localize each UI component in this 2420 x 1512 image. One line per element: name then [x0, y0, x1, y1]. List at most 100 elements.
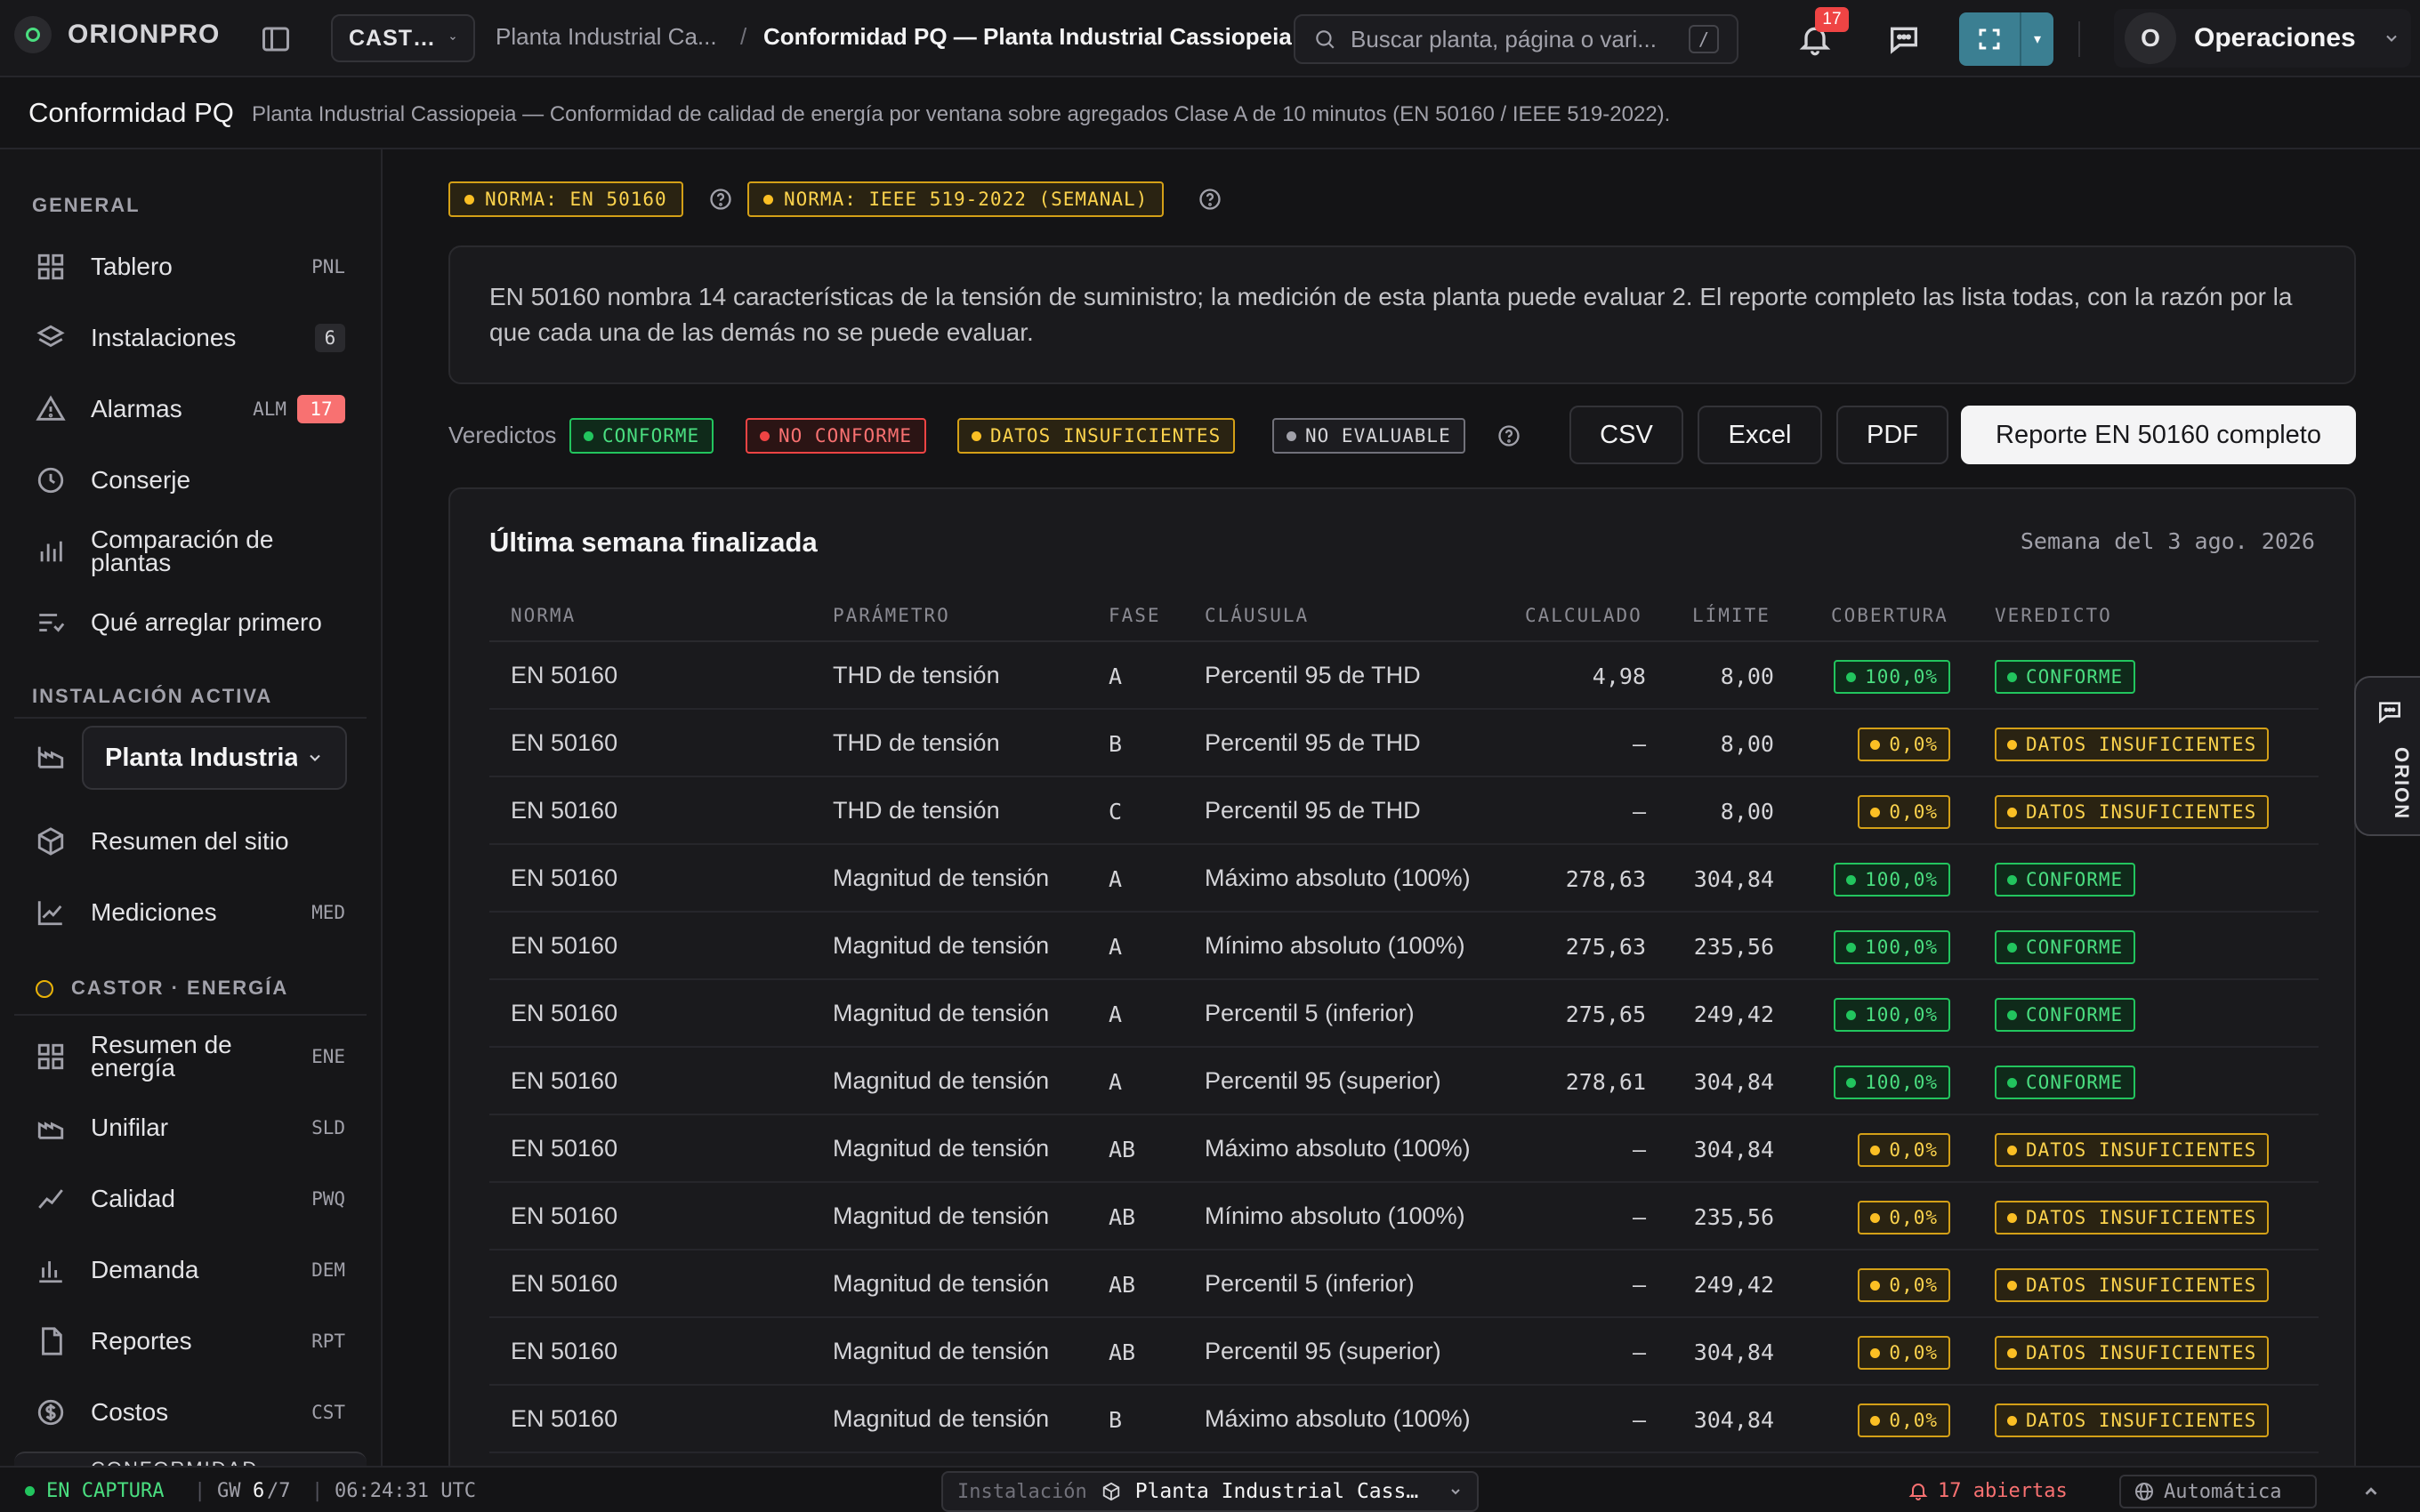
status-dot — [1287, 430, 1296, 441]
status-dot — [1870, 1415, 1881, 1426]
sidebar-item-mediciones[interactable]: Mediciones MED — [14, 884, 367, 941]
verdict-badge: CONFORME — [1995, 1066, 2136, 1099]
sidebar-item-reportes[interactable]: Reportes RPT — [14, 1313, 367, 1370]
cell-norma: EN 50160 — [511, 662, 618, 688]
verdict-badge: DATOS INSUFICIENTES — [1995, 1403, 2270, 1437]
status-dot — [2007, 942, 2017, 953]
orion-assistant-tab[interactable]: ORION — [2354, 676, 2420, 836]
sidebar-item-calidad[interactable]: Calidad PWQ — [14, 1170, 367, 1227]
table-row[interactable]: EN 50160 Magnitud de tensión AB Mínimo abso… — [489, 1183, 2319, 1251]
sidebar-item-label: Resumen del sitio — [91, 827, 289, 855]
grid-icon — [37, 1043, 64, 1070]
status-dot — [2007, 1077, 2017, 1088]
sidebar-item-comparacion[interactable]: Comparación de plantas — [14, 523, 367, 580]
column-header-limite[interactable]: LÍMITE — [1692, 605, 1771, 626]
file-icon — [42, 1327, 62, 1355]
coin-icon — [37, 1399, 64, 1426]
coverage-pill: 0,0% — [1858, 795, 1950, 829]
table-row[interactable]: EN 50160 Magnitud de tensión AB Percentil 9… — [489, 1318, 2319, 1386]
table-row[interactable]: EN 50160 THD de tensión C Percentil 95 de T… — [489, 777, 2319, 845]
plant-selector[interactable]: CAST… — [331, 14, 475, 62]
grid-icon — [37, 253, 64, 280]
sidebar-item-que-arreglar[interactable]: Qué arreglar primero — [14, 594, 367, 651]
fullscreen-button[interactable]: ▾ — [1959, 12, 2053, 66]
sidebar-item-label: Calidad — [91, 1185, 175, 1212]
user-name: Operaciones — [2194, 23, 2356, 52]
sidebar-item-label: Comparación de plantas — [91, 526, 274, 576]
sidebar-item-label: Mediciones — [91, 898, 217, 926]
status-dot — [2007, 1347, 2017, 1358]
sidebar-item-resumen-sitio[interactable]: Resumen del sitio — [14, 813, 367, 870]
cell-fase: C — [1109, 799, 1123, 824]
table-row[interactable]: EN 50160 Magnitud de tensión B Máximo absol… — [489, 1386, 2319, 1453]
app-logo-text: ORIONPRO — [68, 20, 221, 49]
sidebar-item-label: Resumen de energía — [91, 1031, 232, 1082]
table-row[interactable]: EN 50160 Magnitud de tensión A Percentil 5 … — [489, 980, 2319, 1048]
column-header-clausula[interactable]: CLÁUSULA — [1205, 605, 1309, 626]
column-header-veredicto[interactable]: VEREDICTO — [1995, 605, 2112, 626]
column-header-norma[interactable]: NORMA — [511, 605, 576, 626]
app-logo[interactable]: ORIONPRO — [14, 16, 220, 53]
export-excel-button[interactable]: Excel — [1698, 406, 1822, 464]
table-row[interactable]: EN 50160 Magnitud de tensión A Mínimo absol… — [489, 913, 2319, 980]
utc-clock: 06:24:31 UTC — [335, 1480, 476, 1502]
status-divider: | — [311, 1480, 324, 1502]
column-header-fase[interactable]: FASE — [1109, 605, 1161, 626]
active-installation-select[interactable]: Planta Industrial Cassiopeia — [82, 726, 347, 790]
chat-icon[interactable] — [1886, 21, 1922, 57]
cell-limite: 8,00 — [1720, 731, 1774, 757]
column-header-calculado[interactable]: CALCULADO — [1525, 605, 1642, 626]
table-row[interactable]: EN 50160 Magnitud de tensión AB Percentil 5… — [489, 1251, 2319, 1318]
chat-icon — [2379, 702, 2400, 724]
table-row[interactable]: EN 50160 THD de tensión A Percentil 95 de T… — [489, 642, 2319, 710]
table-row[interactable]: EN 50160 THD de tensión B Percentil 95 de T… — [489, 710, 2319, 777]
cell-limite: 8,00 — [1720, 799, 1774, 824]
table-header: NORMA PARÁMETRO FASE CLÁUSULA CALCULADO … — [489, 594, 2319, 642]
chevron-down-icon — [1451, 1489, 1460, 1495]
sidebar-item-instalaciones[interactable]: Instalaciones 6 — [14, 310, 367, 366]
sidebar-item-shortcut: PNL — [311, 256, 345, 277]
chevron-up-icon[interactable] — [2361, 1482, 2381, 1501]
mode-selector[interactable]: Automática — [2119, 1475, 2317, 1508]
open-alarms-link[interactable]: 17 abiertas — [1938, 1480, 2068, 1502]
full-report-button[interactable]: Reporte EN 50160 completo — [1961, 406, 2356, 464]
coverage-value: 0,0% — [1889, 1207, 1938, 1228]
bar-chart-icon — [40, 541, 62, 562]
sidebar-item-resumen-energia[interactable]: Resumen de energía ENE — [14, 1028, 367, 1085]
sidebar-item-tablero[interactable]: Tablero PNL — [14, 238, 367, 295]
status-dot — [1846, 1077, 1857, 1088]
status-divider: | — [194, 1480, 206, 1502]
help-icon[interactable] — [1496, 423, 1521, 448]
cell-parametro: THD de tensión — [833, 797, 1000, 824]
status-installation-select[interactable]: Instalación Planta Industrial Cass… — [941, 1471, 1479, 1512]
export-csv-button[interactable]: CSV — [1569, 406, 1683, 464]
search-input[interactable] — [1351, 25, 1674, 53]
table-row[interactable]: EN 50160 Magnitud de tensión A Percentil 95… — [489, 1048, 2319, 1115]
cube-icon — [37, 827, 64, 856]
cell-fase: AB — [1109, 1339, 1136, 1365]
sidebar-item-alarmas[interactable]: Alarmas ALM 17 — [14, 381, 367, 438]
sidebar-item-unifilar[interactable]: Unifilar SLD — [14, 1099, 367, 1156]
export-pdf-button[interactable]: PDF — [1836, 406, 1948, 464]
column-header-parametro[interactable]: PARÁMETRO — [833, 605, 950, 626]
sidebar-toggle-icon[interactable] — [260, 23, 292, 55]
sidebar-item-conserje[interactable]: Conserje — [14, 452, 367, 509]
table-row[interactable]: EN 50160 Magnitud de tensión A Máximo absol… — [489, 845, 2319, 913]
help-icon[interactable] — [1198, 187, 1222, 212]
status-dot — [2007, 1009, 2017, 1020]
sidebar-item-costos[interactable]: Costos CST — [14, 1384, 367, 1441]
fullscreen-main[interactable] — [1959, 12, 2021, 66]
search-box[interactable]: / — [1294, 14, 1738, 64]
sidebar-item-demanda[interactable]: Demanda DEM — [14, 1242, 367, 1299]
column-header-cobertura[interactable]: COBERTURA — [1831, 605, 1948, 626]
breadcrumb-parent[interactable]: Planta Industrial Ca... — [496, 23, 717, 51]
verdict-value: DATOS INSUFICIENTES — [2026, 801, 2257, 823]
help-icon[interactable] — [708, 187, 733, 212]
user-menu[interactable]: O Operaciones — [2114, 9, 2411, 68]
table-row[interactable]: EN 50160 Magnitud de tensión AB Máximo abso… — [489, 1115, 2319, 1183]
cell-norma: EN 50160 — [511, 1338, 618, 1364]
cell-fase: B — [1109, 1407, 1123, 1433]
fullscreen-menu-caret-icon[interactable]: ▾ — [2021, 12, 2053, 66]
coverage-pill: 100,0% — [1834, 930, 1950, 964]
sidebar-item-conformidad[interactable]: CONFORMIDAD — [14, 1452, 367, 1466]
